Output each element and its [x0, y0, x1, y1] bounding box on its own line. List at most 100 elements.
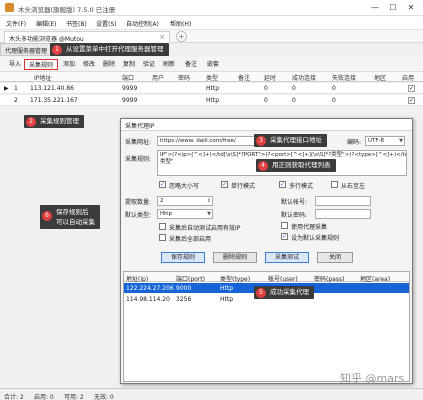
delete-button[interactable]: 删除 — [100, 59, 118, 70]
col-note[interactable]: 备注 — [238, 73, 250, 82]
cell-fail: 0 — [332, 97, 336, 104]
use-proxy-checkbox[interactable] — [281, 222, 288, 229]
callout-step-1: 1 从设置菜单中打开代理服务器管理 — [50, 43, 169, 56]
step-badge: 1 — [52, 44, 62, 55]
import-button[interactable]: 导入 — [6, 59, 24, 70]
close-window-button[interactable]: ✕ — [402, 1, 420, 15]
col-area: 地区(area) — [360, 276, 391, 283]
step-badge: 6 — [42, 211, 52, 221]
window-title: 木头浏览器(旗舰版) 7.5.0 已注册 — [18, 6, 116, 14]
watermark: 知乎 @mars — [340, 372, 405, 385]
status-invalid: 无效: 0 — [94, 394, 114, 400]
save-rule-button[interactable]: 保存规则 — [161, 252, 205, 263]
title-bar: 木头浏览器(旗舰版) 7.5.0 已注册 — ☐ ✕ — [0, 0, 423, 16]
col-success[interactable]: 成功连接 — [292, 73, 316, 82]
chevron-down-icon: ▼ — [399, 138, 403, 144]
cell-ip: 122.224.27.206 — [126, 285, 174, 292]
stepper-icon: ⇕ — [206, 198, 211, 204]
enable-all-checkbox[interactable] — [159, 234, 166, 241]
count-value: 2 — [160, 198, 164, 204]
edit-button[interactable]: 修改 — [80, 59, 98, 70]
col-type[interactable]: 类型 — [206, 73, 218, 82]
col-ip[interactable]: IP地址 — [34, 73, 51, 82]
account-input[interactable] — [315, 196, 371, 206]
col-type: 类型(type) — [220, 276, 251, 283]
table-row[interactable]: ▶ 1 113.121.40.86 9999 Http 0 0 0 ✓ — [0, 83, 423, 94]
menu-automation[interactable]: 自动控制(A) — [126, 19, 159, 28]
menu-help[interactable]: 帮助(H) — [170, 19, 191, 28]
password-input[interactable] — [315, 209, 371, 219]
maximize-button[interactable]: ☐ — [384, 1, 402, 15]
regex-label: 采集规则: — [125, 156, 152, 163]
cell-type: Http — [206, 85, 220, 92]
right-to-left-checkbox[interactable] — [331, 181, 338, 188]
proxy-grid-header: IP地址 端口 用户 密码 类型 备注 延时 成功连接 失败连接 地区 启用 — [0, 72, 423, 82]
cell-type: Http — [220, 296, 234, 303]
step-badge: 2 — [26, 116, 36, 127]
minimize-button[interactable]: — — [366, 1, 384, 15]
cell-port: 9999 — [122, 85, 138, 92]
cell-delay: 0 — [264, 85, 268, 92]
chevron-down-icon: ▼ — [207, 211, 211, 217]
callout-step-6: 6 保存规则后 可以自动采集 — [40, 205, 100, 229]
cell-ip: 114.98.114.20 — [126, 296, 170, 303]
menu-settings[interactable]: 设置(S) — [96, 19, 117, 28]
close-dialog-button[interactable]: 关闭 — [317, 252, 353, 263]
step-badge: 4 — [258, 160, 268, 171]
auto-test-label: 采集后自动测试启用有效IP — [169, 225, 241, 232]
col-delay[interactable]: 延时 — [264, 73, 276, 82]
tab-label: 木头多功能浏览器 @Mutou — [9, 36, 84, 43]
regex-line-1: IP">(?<ip>[^<]+)</td[\s\S]*?PORT">(?<por… — [160, 152, 407, 158]
menu-bar: 文件(F) 编辑(E) 书签(B) 设置(S) 自动控制(A) 帮助(H) — [0, 16, 423, 30]
col-fail[interactable]: 失败连接 — [332, 73, 356, 82]
count-input[interactable]: 2 ⇕ — [157, 196, 213, 206]
encoding-value: UTF-8 — [368, 138, 385, 144]
callout-text: 采集规则管理 — [40, 117, 79, 125]
col-enabled[interactable]: 启用 — [402, 73, 414, 82]
auto-test-checkbox[interactable] — [159, 223, 166, 230]
dialog-title: 采集代理IP — [125, 123, 155, 130]
single-line-checkbox[interactable]: ✓ — [221, 181, 228, 188]
type-select[interactable]: Http ▼ — [157, 209, 213, 219]
nest-button[interactable]: 嵌套 — [204, 59, 222, 70]
status-enabled: 启用: 0 — [34, 394, 54, 400]
menu-file[interactable]: 文件(F) — [6, 19, 26, 28]
col-area[interactable]: 地区 — [374, 73, 386, 82]
menu-edit[interactable]: 编辑(E) — [36, 19, 56, 28]
enabled-checkbox[interactable]: ✓ — [408, 97, 415, 104]
col-port[interactable]: 端口 — [122, 73, 134, 82]
tab-close-icon[interactable]: × — [159, 33, 165, 41]
default-rule-checkbox[interactable]: ✓ — [281, 233, 288, 240]
col-password[interactable]: 密码 — [178, 73, 190, 82]
collect-test-button[interactable]: 采集测试 — [265, 252, 309, 263]
cell-delay: 0 — [264, 97, 268, 104]
encoding-select[interactable]: UTF-8 ▼ — [365, 136, 405, 146]
callout-step-4: 4 用正则获取代理列表 — [256, 159, 336, 172]
cell-fail: 0 — [332, 85, 336, 92]
note-button[interactable]: 备注 — [182, 59, 200, 70]
menu-bookmarks[interactable]: 书签(B) — [66, 19, 87, 28]
col-ip: 地址(ip) — [126, 276, 149, 283]
ignore-case-checkbox[interactable]: ✓ — [159, 181, 166, 188]
add-button[interactable]: 添加 — [60, 59, 78, 70]
enabled-checkbox[interactable]: ✓ — [408, 85, 415, 92]
status-valid: 可用: 2 — [64, 394, 84, 400]
proxy-manager-label: 代理服务器管理 — [5, 48, 48, 55]
multi-line-checkbox[interactable]: ✓ — [279, 181, 286, 188]
delete-rule-button[interactable]: 删除规则 — [213, 252, 257, 263]
verify-button[interactable]: 验证 — [140, 59, 158, 70]
refresh-button[interactable]: 刷新 — [160, 59, 178, 70]
collect-rules-button[interactable]: 采集规则 — [24, 59, 58, 70]
tab-browser[interactable]: 木头多功能浏览器 @Mutou × — [4, 31, 170, 43]
cell-port: 9000 — [176, 285, 192, 292]
col-port: 端口(port) — [176, 276, 205, 283]
browser-tab-strip: 木头多功能浏览器 @Mutou × + — [0, 30, 423, 43]
callout-step-5: 5 成功采集代理 — [254, 286, 314, 299]
cell-ip: 171.35.221.167 — [30, 97, 78, 104]
col-user[interactable]: 用户 — [152, 73, 164, 82]
status-bar: 合计: 2 启用: 0 可用: 2 无效: 0 — [0, 388, 423, 400]
cell-ip: 113.121.40.86 — [30, 85, 74, 92]
copy-button[interactable]: 复制 — [120, 59, 138, 70]
table-row[interactable]: 2 171.35.221.167 9999 Http 0 0 0 ✓ — [0, 95, 423, 106]
new-tab-button[interactable]: + — [176, 31, 187, 42]
